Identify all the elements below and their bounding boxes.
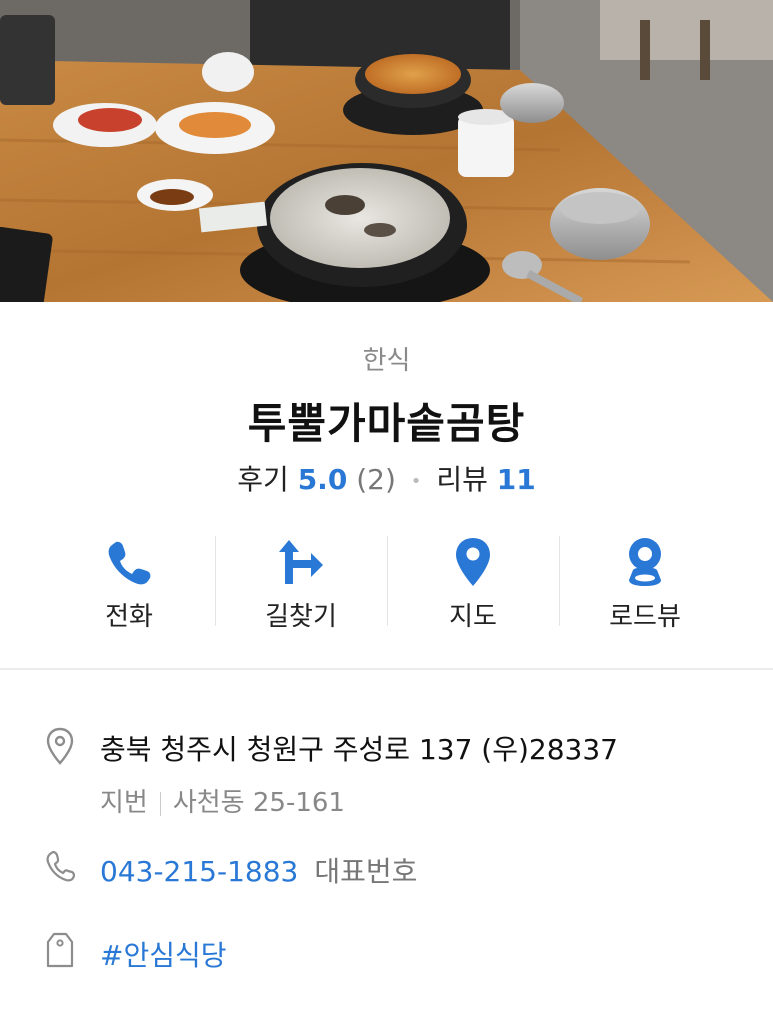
blog-review-count[interactable]: 11: [497, 463, 536, 496]
address-text[interactable]: 충북 청주시 청원구 주성로 137 (우)28337: [100, 728, 618, 768]
map-label: 지도: [449, 602, 497, 632]
safe-restaurant-tag[interactable]: #안심식당: [100, 934, 227, 974]
roadview-icon: [629, 538, 661, 586]
review-label: 후기: [237, 463, 289, 496]
directions-icon: [279, 540, 323, 584]
roadview-label: 로드뷰: [609, 602, 681, 632]
blog-review-label[interactable]: 리뷰: [436, 463, 488, 496]
review-score[interactable]: 5.0: [298, 463, 348, 496]
map-button[interactable]: 지도: [387, 532, 559, 632]
food-photo-illustration: [0, 0, 773, 302]
directions-button[interactable]: 길찾기: [215, 532, 387, 632]
jibun-separator: [159, 791, 161, 816]
directions-label: 길찾기: [265, 602, 337, 632]
place-name: 투뿔가마솥곰탕: [247, 399, 526, 448]
location-pin-icon: [46, 727, 74, 765]
phone-icon: [108, 541, 151, 585]
call-button[interactable]: 전화: [43, 532, 215, 632]
jibun-address[interactable]: 지번 사천동 25-161: [100, 782, 345, 819]
map-pin-icon: [456, 538, 490, 586]
phone-outline-icon: [46, 850, 76, 882]
place-category: 한식: [362, 346, 411, 376]
restaurant-photo[interactable]: [0, 0, 773, 302]
action-bar: 전화 길찾기 지도 로드뷰: [0, 532, 773, 632]
phone-note: 대표번호: [314, 855, 418, 888]
separator-dot: •: [410, 470, 422, 492]
phone-line: 043-215-1883 대표번호: [100, 850, 417, 890]
phone-number-link[interactable]: 043-215-1883: [100, 855, 298, 888]
roadview-button[interactable]: 로드뷰: [559, 532, 731, 632]
jibun-label: 지번: [100, 788, 148, 818]
review-count[interactable]: (2): [356, 463, 396, 496]
rating-summary: 후기 5.0 (2) • 리뷰 11: [0, 458, 773, 498]
tag-icon: [46, 932, 74, 968]
jibun-value: 사천동 25-161: [172, 788, 345, 818]
call-label: 전화: [105, 602, 153, 632]
section-divider: [0, 668, 773, 670]
